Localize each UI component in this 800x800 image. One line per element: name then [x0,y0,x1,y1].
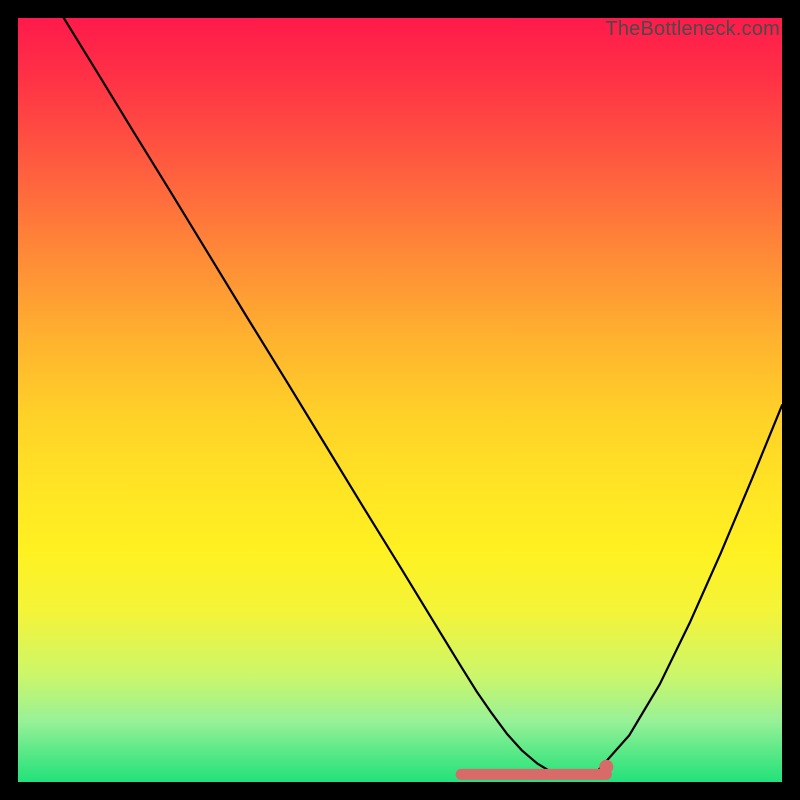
chart-overlay [18,18,782,782]
chart-frame: TheBottleneck.com [18,18,782,782]
bottleneck-curve-path [64,18,782,778]
end-marker-dot [599,760,613,774]
